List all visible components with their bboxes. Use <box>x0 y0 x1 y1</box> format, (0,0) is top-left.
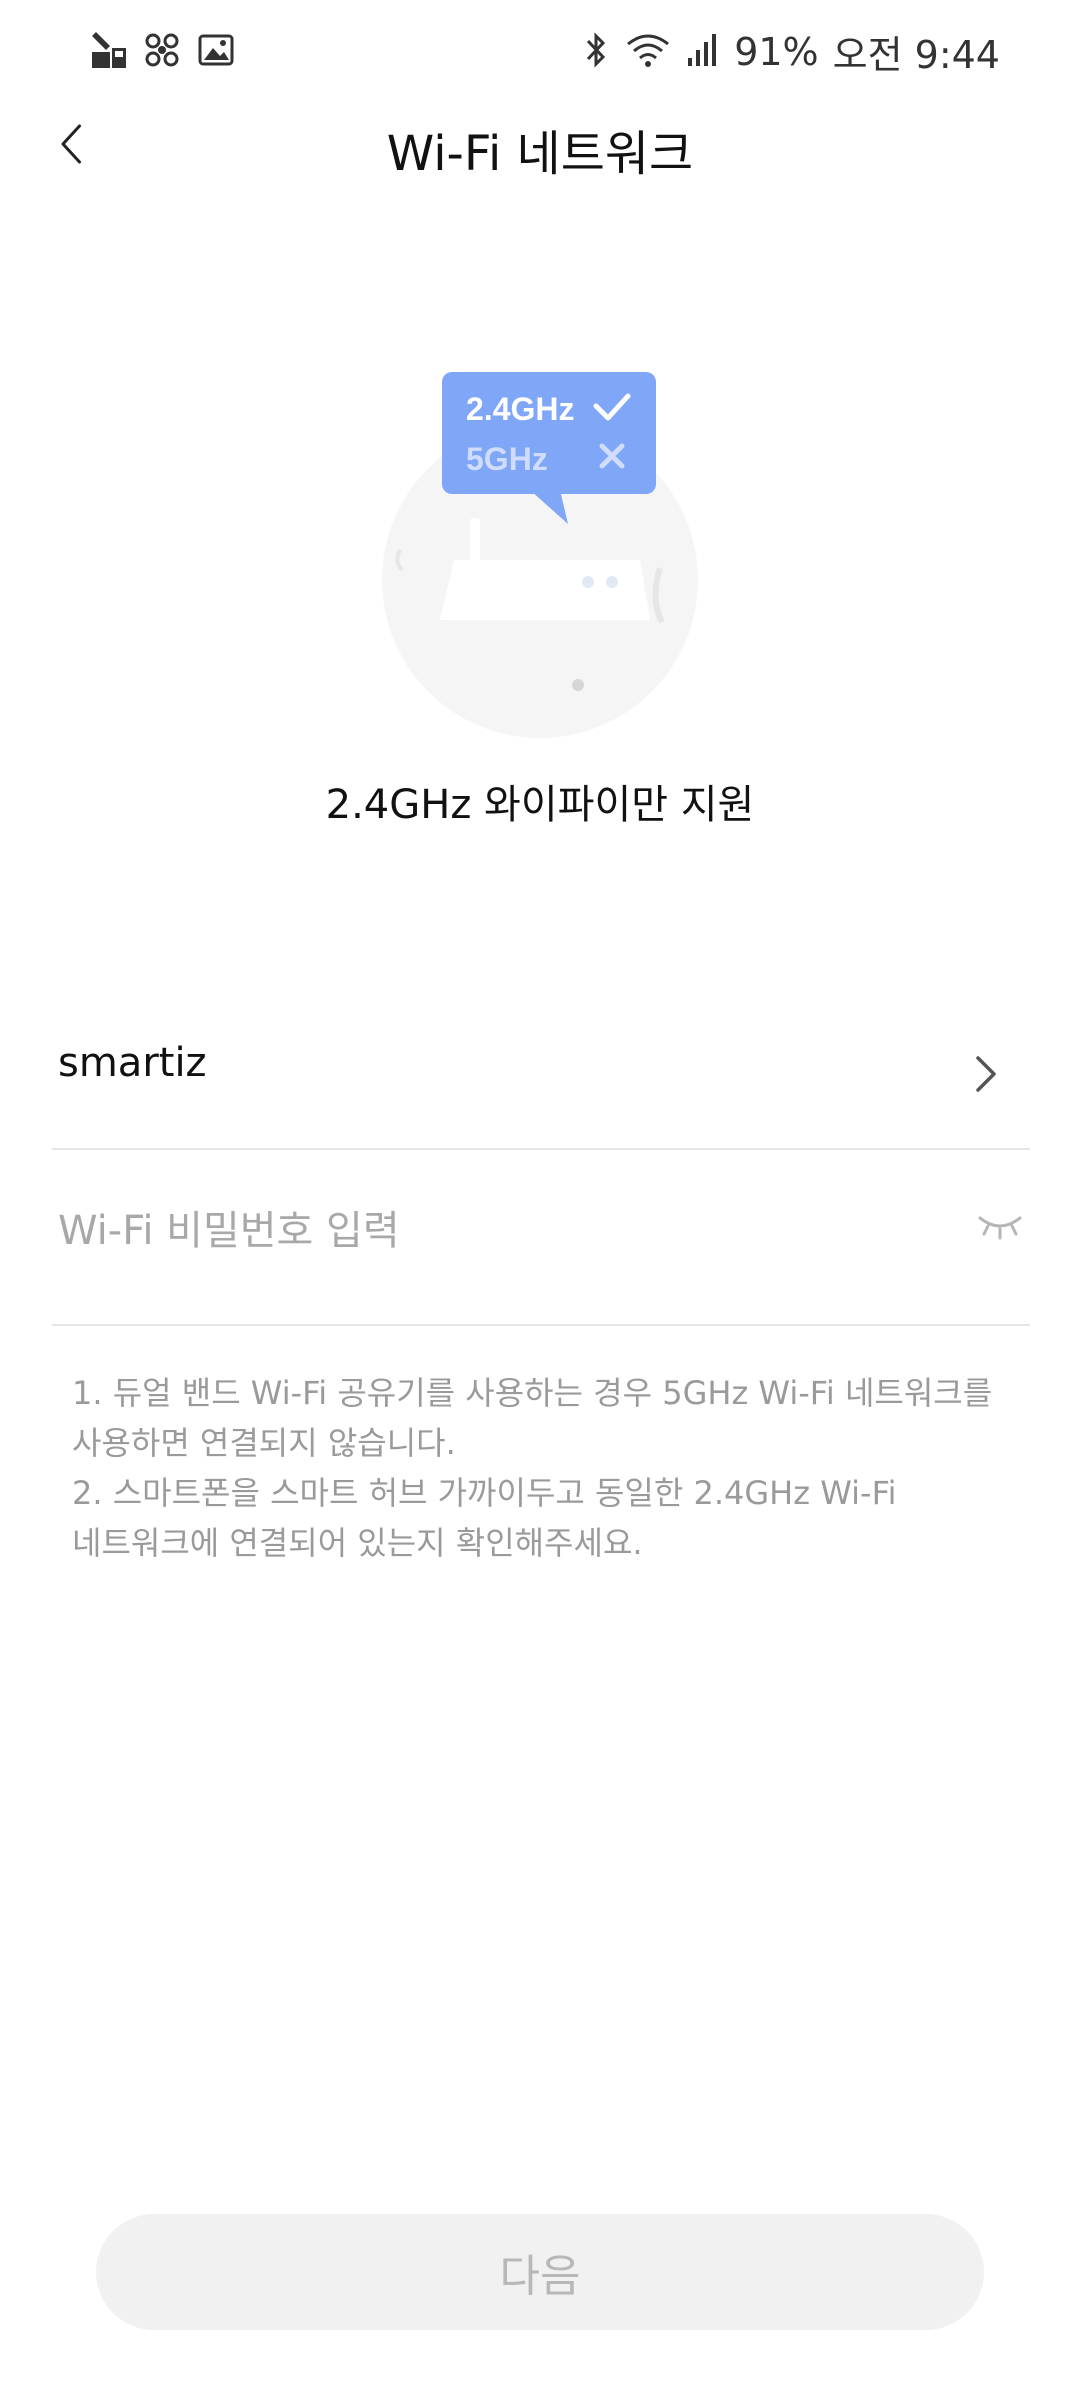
wifi-icon <box>624 30 672 74</box>
app-header: Wi-Fi 네트워크 <box>0 100 1080 190</box>
status-bar: 91% 오전 9:44 <box>0 0 1080 100</box>
bluetooth-icon <box>582 30 610 74</box>
chevron-right-icon <box>976 1056 996 1092</box>
band-unsupported-label: 5GHz <box>466 441 548 477</box>
status-time: 오전 9:44 <box>832 33 1000 77</box>
gallery-icon <box>196 28 236 76</box>
next-button[interactable]: 다음 <box>96 2214 984 2330</box>
wifi-network-screen: 91% 오전 9:44 Wi-Fi 네트워크 2.4GHz 5GHz 2.4GH… <box>0 0 1080 2400</box>
eye-closed-icon[interactable] <box>976 1208 1024 1244</box>
password-input[interactable] <box>58 1196 918 1266</box>
note-line: 2. 스마트폰을 스마트 허브 가까이두고 동일한 2.4GHz Wi-Fi <box>72 1474 897 1512</box>
status-left-icons <box>88 28 236 76</box>
battery-level: 91% <box>734 29 819 74</box>
connection-notes: 1. 듀얼 밴드 Wi-Fi 공유기를 사용하는 경우 5GHz Wi-Fi 네… <box>72 1368 1012 1568</box>
network-ssid: smartiz <box>58 1040 207 1086</box>
band-supported-label: 2.4GHz <box>466 391 574 427</box>
support-caption: 2.4GHz 와이파이만 지원 <box>325 782 755 828</box>
note-line: 네트워크에 연결되어 있는지 확인해주세요. <box>72 1524 643 1562</box>
password-row <box>52 1152 1030 1326</box>
note-line: 사용하면 연결되지 않습니다. <box>72 1424 456 1462</box>
status-right-icons: 91% 오전 9:44 <box>582 24 1000 79</box>
fan-icon <box>142 28 182 76</box>
router-band-illustration: 2.4GHz 5GHz <box>370 370 710 740</box>
note-line: 1. 듀얼 밴드 Wi-Fi 공유기를 사용하는 경우 5GHz Wi-Fi 네… <box>72 1374 993 1412</box>
signal-icon <box>686 30 720 74</box>
network-select-row[interactable]: smartiz <box>52 1010 1030 1150</box>
recorder-icon <box>88 28 128 76</box>
page-title: Wi-Fi 네트워크 <box>386 126 694 182</box>
